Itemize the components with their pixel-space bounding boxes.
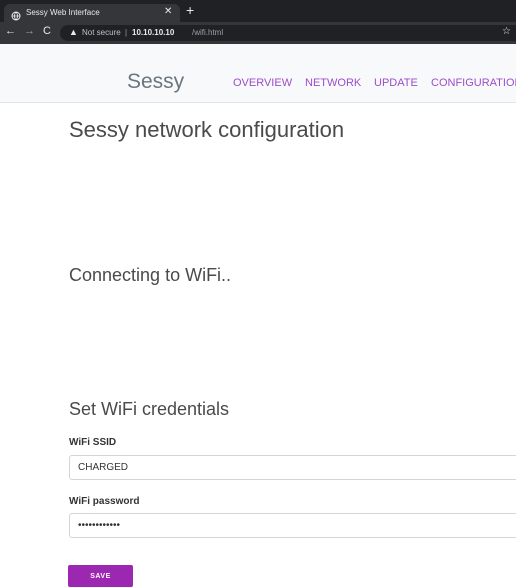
ssid-input[interactable] — [69, 455, 516, 480]
security-label: Not secure — [82, 28, 121, 37]
address-bar[interactable]: ▲ Not secure | 10.10.10.10 /wifi.html ☆ — [60, 25, 516, 41]
url-separator: | — [125, 28, 128, 37]
save-button[interactable]: SAVE — [68, 565, 133, 587]
arrow-right-icon[interactable]: → — [24, 25, 35, 37]
browser-toolbar: ← → C ▲ Not secure | 10.10.10.10 /wifi.h… — [0, 22, 516, 44]
nav-update[interactable]: UPDATE — [374, 76, 418, 90]
reload-icon[interactable]: C — [43, 25, 51, 37]
connection-status: Connecting to WiFi.. — [69, 265, 232, 285]
nav-network[interactable]: NETWORK — [305, 76, 361, 90]
arrow-left-icon[interactable]: ← — [5, 25, 16, 37]
nav-configuration[interactable]: CONFIGURATION — [431, 76, 516, 90]
star-icon[interactable]: ☆ — [502, 26, 511, 37]
password-input[interactable] — [69, 513, 516, 538]
page-title: Sessy network configuration — [69, 117, 345, 142]
url-host: 10.10.10.10 — [132, 28, 175, 37]
site-navbar: Sessy OVERVIEW NETWORK UPDATE CONFIGURAT… — [0, 44, 516, 103]
browser-tab-bar: Sessy Web Interface ✕ + — [0, 0, 516, 22]
ssid-label: WiFi SSID — [69, 437, 117, 448]
nav-overview[interactable]: OVERVIEW — [233, 76, 292, 90]
credentials-heading: Set WiFi credentials — [69, 399, 230, 419]
warning-icon: ▲ — [69, 27, 78, 37]
tab-title: Sessy Web Interface — [26, 8, 100, 17]
browser-tab[interactable]: Sessy Web Interface ✕ — [4, 4, 180, 22]
plus-icon[interactable]: + — [186, 2, 194, 18]
brand-logo[interactable]: Sessy — [127, 70, 184, 94]
globe-icon — [11, 8, 21, 21]
close-icon[interactable]: ✕ — [164, 6, 172, 17]
url-path: /wifi.html — [192, 28, 224, 37]
password-label: WiFi password — [69, 496, 140, 507]
